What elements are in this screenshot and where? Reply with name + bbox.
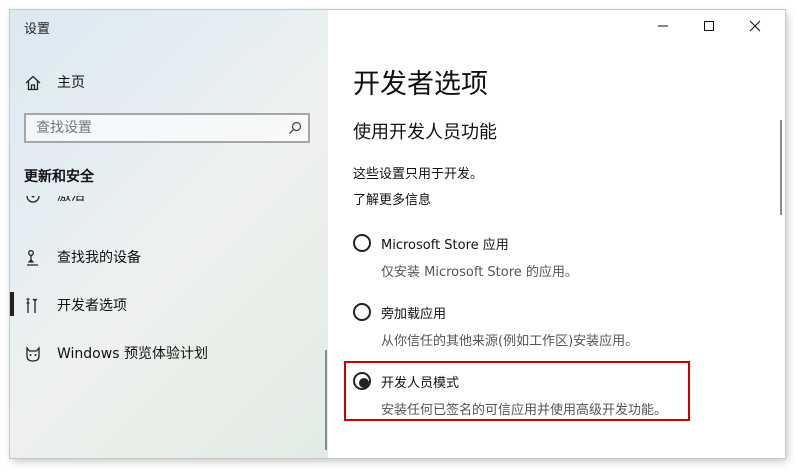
insider-cat-icon: [26, 346, 40, 362]
find-device-icon: [27, 250, 38, 266]
search-box[interactable]: [24, 113, 310, 143]
sidebar-item-label: 主页: [57, 75, 85, 91]
search-icon[interactable]: [288, 121, 302, 135]
radio-dot: [359, 378, 369, 388]
option-label: 旁加载应用: [381, 307, 447, 322]
section-description: 这些设置只用于开发。: [353, 167, 484, 182]
option-description: 安装任何已签名的可信应用并使用高级开发功能。: [381, 403, 668, 418]
option-label: 开发人员模式: [381, 376, 460, 391]
learn-more-link[interactable]: 了解更多信息: [353, 189, 431, 208]
sidebar-item-label: 激活: [57, 196, 85, 204]
radio-button[interactable]: [353, 234, 371, 252]
sidebar-item-label: 开发者选项: [57, 298, 127, 314]
sidebar-item-find-device[interactable]: 查找我的设备: [10, 237, 328, 277]
content-pane: 开发者选项 使用开发人员功能 这些设置只用于开发。 了解更多信息 Microso…: [328, 10, 785, 458]
close-button[interactable]: [732, 10, 778, 42]
option-label: Microsoft Store 应用: [381, 238, 509, 253]
option-description: 仅安装 Microsoft Store 的应用。: [381, 265, 578, 280]
content-scrollbar[interactable]: [780, 120, 782, 215]
minimize-button[interactable]: [640, 10, 686, 42]
search-input[interactable]: [26, 115, 286, 141]
developer-tools-icon: [26, 298, 38, 313]
home-icon: [25, 75, 41, 91]
radio-button-selected[interactable]: [353, 372, 371, 390]
sidebar-item-windows-insider[interactable]: Windows 预览体验计划: [10, 333, 328, 373]
app-title: 设置: [24, 22, 51, 37]
minimize-icon: [658, 25, 668, 27]
section-title: 更新和安全: [24, 169, 94, 185]
activation-icon: [26, 196, 40, 203]
page-title: 开发者选项: [353, 69, 488, 100]
radio-button[interactable]: [353, 303, 371, 321]
settings-window: 设置 主页 更新和安全 激活: [10, 10, 785, 458]
sidebar-item-activation[interactable]: 激活: [10, 196, 328, 218]
sidebar: 设置 主页 更新和安全 激活: [10, 10, 328, 458]
option-description: 从你信任的其他来源(例如工作区)安装应用。: [381, 334, 639, 349]
sidebar-item-home[interactable]: 主页: [10, 62, 328, 102]
sidebar-item-label: Windows 预览体验计划: [57, 346, 208, 362]
sidebar-scrollbar[interactable]: [325, 350, 327, 450]
maximize-icon: [704, 21, 714, 31]
close-icon: [749, 20, 761, 32]
sidebar-item-developer-options[interactable]: 开发者选项: [10, 285, 328, 325]
sidebar-item-label: 查找我的设备: [57, 250, 141, 266]
maximize-button[interactable]: [686, 10, 732, 42]
section-heading: 使用开发人员功能: [353, 122, 497, 143]
